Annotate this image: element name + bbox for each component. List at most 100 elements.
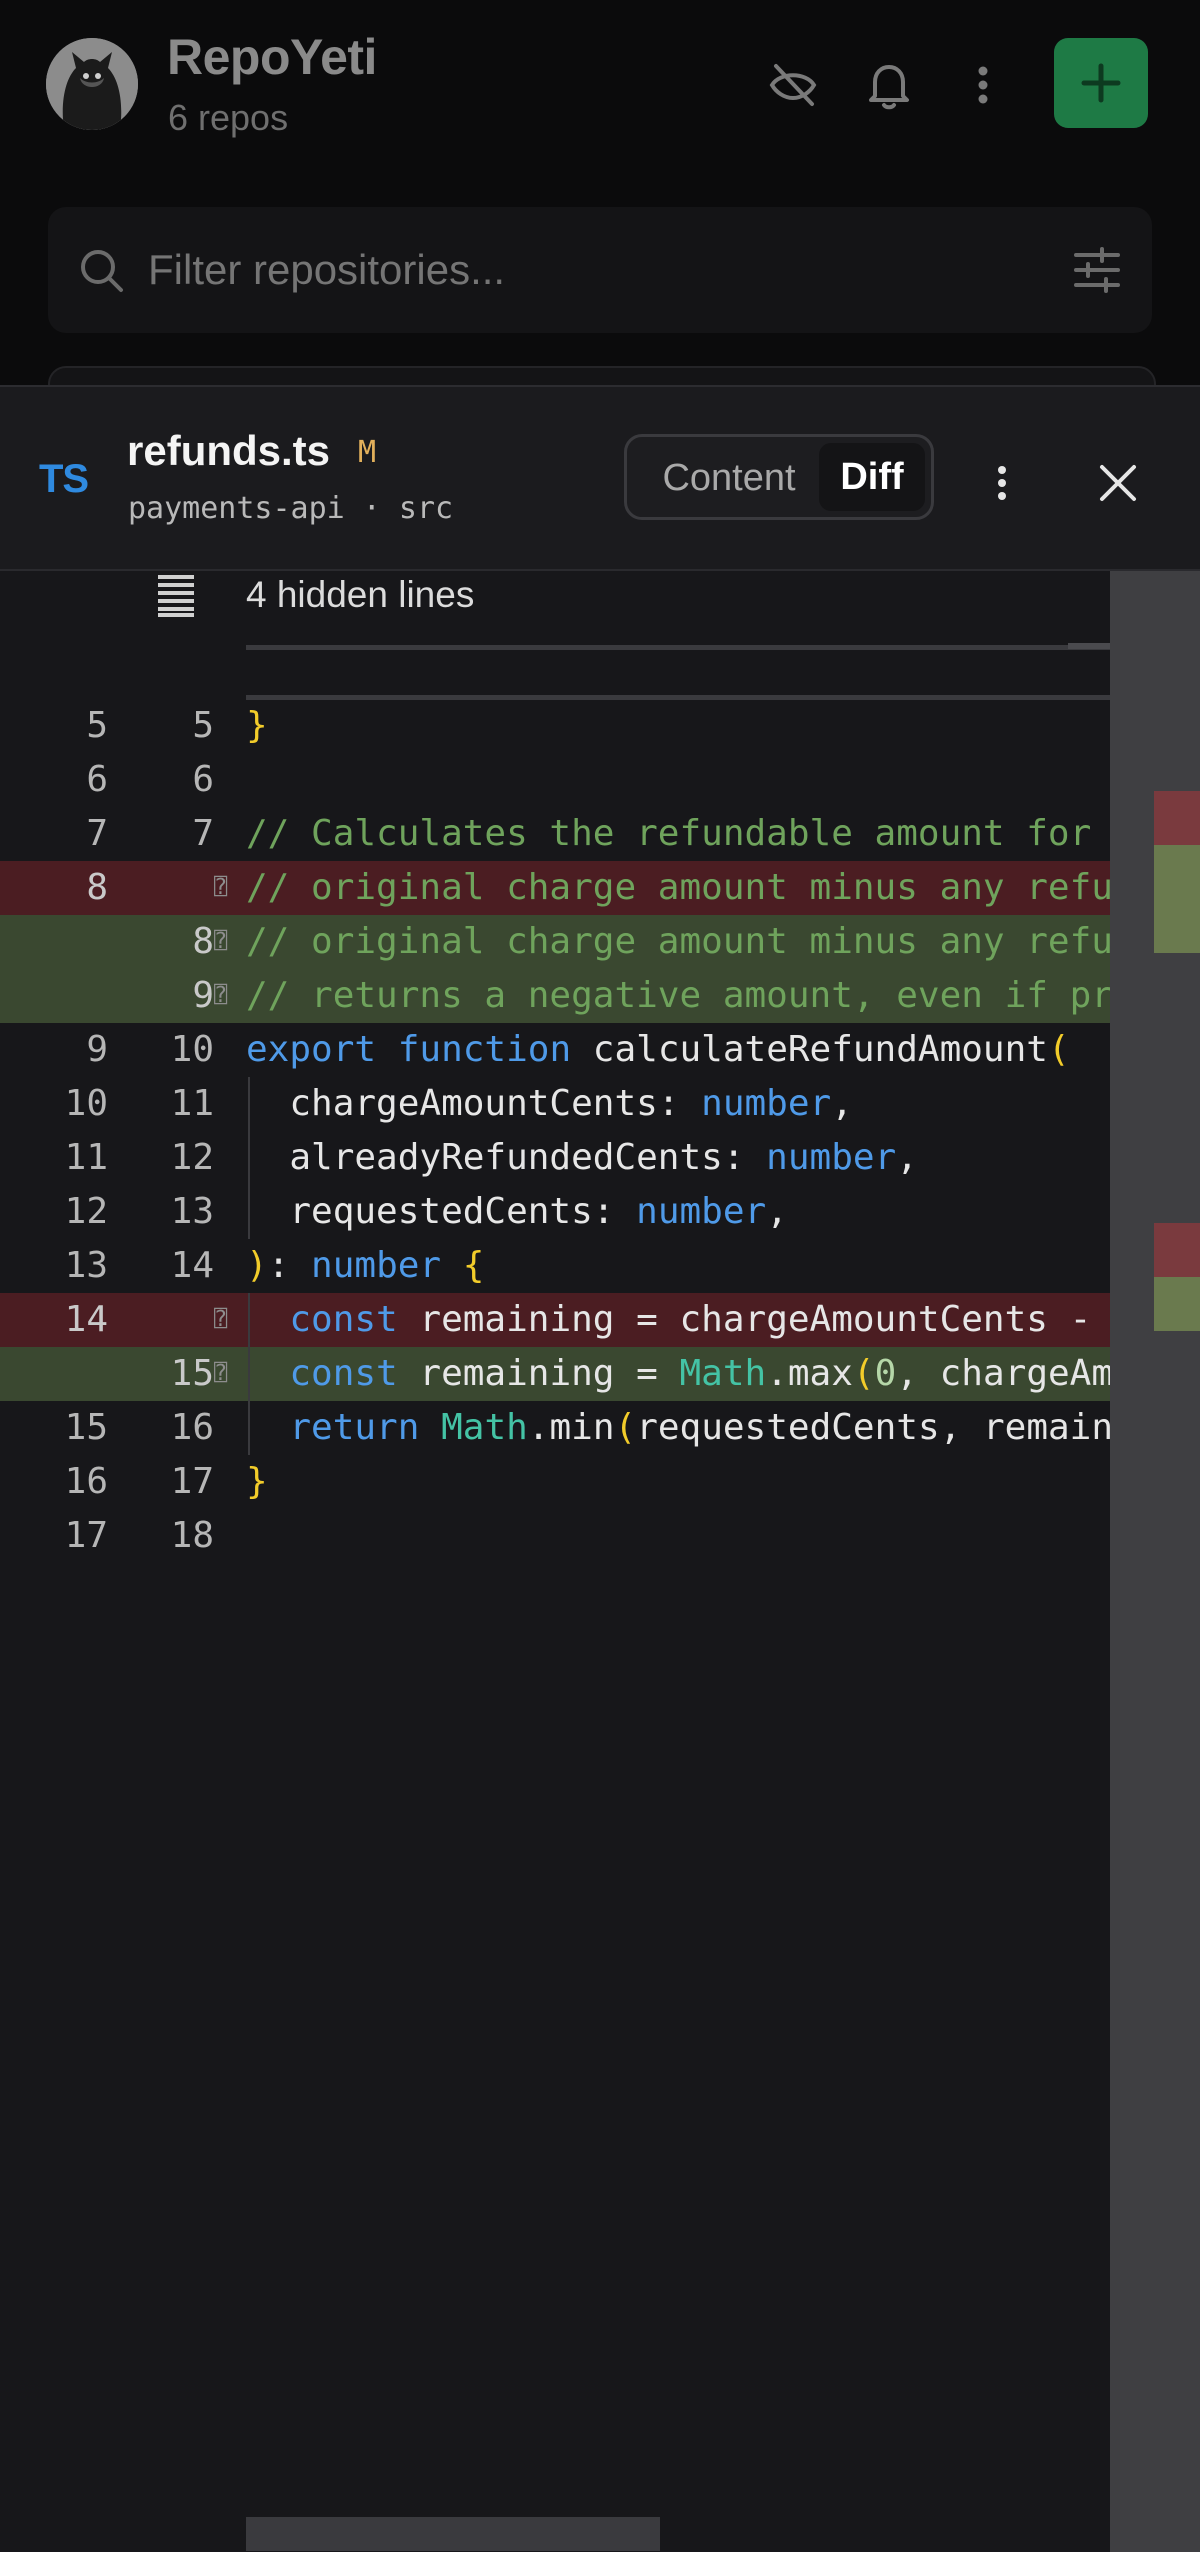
plus-icon bbox=[1081, 63, 1121, 103]
new-line-number: 18 bbox=[170, 1515, 214, 1556]
code-text: alreadyRefundedCents: number, bbox=[246, 1137, 918, 1178]
diff-line-context[interactable]: 11 12 alreadyRefundedCents: number, bbox=[0, 1131, 1110, 1185]
old-line-number: 7 bbox=[86, 813, 108, 854]
app-header: RepoYeti 6 repos bbox=[0, 0, 1200, 385]
search-icon bbox=[81, 250, 123, 292]
diff-line-context[interactable]: 12 13 requestedCents: number, bbox=[0, 1185, 1110, 1239]
code-text: } bbox=[246, 1461, 268, 1502]
diff-line-context[interactable]: 10 11 chargeAmountCents: number, bbox=[0, 1077, 1110, 1131]
bell-icon[interactable] bbox=[862, 58, 916, 112]
indent-guide bbox=[248, 1077, 250, 1131]
change-marker-icon: ⍰ bbox=[214, 875, 228, 900]
change-marker-icon: ⍰ bbox=[214, 1361, 228, 1386]
hidden-lines-label: 4 hidden lines bbox=[246, 574, 475, 615]
search-input[interactable] bbox=[148, 246, 1028, 294]
diff-line-deleted[interactable]: 8 ⍰ // original charge amount minus any re… bbox=[0, 861, 1110, 915]
minimap-added-mark bbox=[1154, 1277, 1200, 1331]
minimap-added-mark bbox=[1154, 845, 1200, 953]
code-text: const remaining = chargeAmountCents - a bbox=[289, 1299, 1110, 1340]
diff-line-context[interactable]: 66 bbox=[0, 753, 1110, 807]
old-line-number: 13 bbox=[64, 1245, 108, 1286]
indent-guide bbox=[248, 1131, 250, 1185]
new-line-number: 6 bbox=[192, 759, 214, 800]
file-name: refunds.ts bbox=[127, 427, 331, 474]
expand-lines-icon bbox=[158, 575, 194, 617]
add-repo-button[interactable] bbox=[1054, 38, 1148, 128]
diff-line-context[interactable]: 16 17} bbox=[0, 1455, 1110, 1509]
tab-diff[interactable]: Diff bbox=[819, 443, 925, 511]
more-vertical-icon bbox=[998, 466, 1006, 500]
file-sheet: TS refunds.ts M payments-api · src Conte… bbox=[0, 385, 1200, 2552]
file-more-button[interactable] bbox=[978, 455, 1026, 511]
old-line-number: 15 bbox=[64, 1407, 108, 1448]
close-icon bbox=[1100, 465, 1136, 501]
diff-line-context[interactable]: 13 14 ): number { bbox=[0, 1239, 1110, 1293]
close-button[interactable] bbox=[1090, 455, 1146, 511]
new-line-number: 14 bbox=[170, 1245, 214, 1286]
minimap-deleted-mark bbox=[1154, 1223, 1200, 1277]
minimap-thumb[interactable] bbox=[1068, 643, 1110, 649]
file-header: TS refunds.ts M payments-api · src Conte… bbox=[0, 387, 1200, 571]
yeti-logo-icon bbox=[46, 38, 138, 130]
old-line-number: 16 bbox=[64, 1461, 108, 1502]
new-line-number: 11 bbox=[170, 1083, 214, 1124]
code-text: // original charge amount minus any refu… bbox=[246, 921, 1110, 962]
change-marker-icon: ⍰ bbox=[214, 983, 228, 1008]
filter-sliders-icon[interactable] bbox=[1072, 247, 1122, 293]
new-line-number: 9 bbox=[192, 975, 214, 1016]
change-marker-icon: ⍰ bbox=[214, 1307, 228, 1332]
diff-line-context[interactable]: 5 5} bbox=[0, 699, 1110, 753]
code-text: // returns a negative amount, even if pr… bbox=[246, 975, 1110, 1016]
code-text: chargeAmountCents: number, bbox=[246, 1083, 853, 1124]
indent-guide bbox=[248, 1401, 250, 1455]
hunk-divider bbox=[246, 645, 1110, 650]
diff-line-context[interactable]: 15 16 return Math.min(requestedCents, rem… bbox=[0, 1401, 1110, 1455]
new-line-number: 5 bbox=[192, 705, 214, 746]
view-toggle: Content Diff bbox=[624, 434, 934, 520]
app-title: RepoYeti bbox=[167, 29, 377, 85]
code-text: // Calculates the refundable amount for … bbox=[246, 813, 1110, 854]
tab-content[interactable]: Content bbox=[639, 447, 819, 509]
diff-line-added[interactable]: 9 ⍰ // returns a negative amount, even if … bbox=[0, 969, 1110, 1023]
more-vertical-icon[interactable] bbox=[956, 58, 1010, 112]
old-line-number: 10 bbox=[64, 1083, 108, 1124]
diff-line-context[interactable]: 9 10 export function calculateRefundAmount… bbox=[0, 1023, 1110, 1077]
indent-guide bbox=[248, 1185, 250, 1239]
typescript-icon: TS bbox=[39, 457, 89, 501]
horizontal-scrollbar[interactable] bbox=[246, 2517, 660, 2551]
eye-off-icon[interactable] bbox=[766, 58, 820, 112]
avatar[interactable] bbox=[46, 38, 138, 130]
new-line-number: 10 bbox=[170, 1029, 214, 1070]
new-line-number: 13 bbox=[170, 1191, 214, 1232]
old-line-number: 17 bbox=[64, 1515, 108, 1556]
new-line-number: 7 bbox=[192, 813, 214, 854]
old-line-number: 14 bbox=[64, 1299, 108, 1340]
code-text: requestedCents: number, bbox=[246, 1191, 788, 1232]
old-line-number: 11 bbox=[64, 1137, 108, 1178]
new-line-number: 17 bbox=[170, 1461, 214, 1502]
file-path: payments-api · src bbox=[128, 491, 454, 526]
code-text: const remaining = Math.max(0, chargeAmo bbox=[289, 1353, 1110, 1394]
code-text: } bbox=[246, 705, 268, 746]
new-line-number: 8 bbox=[192, 921, 214, 962]
indent-guide bbox=[248, 1293, 250, 1347]
diff-line-added[interactable]: 8 ⍰ // original charge amount minus any re… bbox=[0, 915, 1110, 969]
code-text: // original charge amount minus any refu… bbox=[246, 867, 1110, 908]
old-line-number: 8 bbox=[86, 867, 108, 908]
change-marker-icon: ⍰ bbox=[214, 929, 228, 954]
minimap-deleted-mark bbox=[1154, 791, 1200, 845]
old-line-number: 5 bbox=[86, 705, 108, 746]
modified-badge: M bbox=[358, 435, 377, 470]
diff-line-deleted[interactable]: 14 ⍰ const remaining = chargeAmountCents … bbox=[0, 1293, 1110, 1347]
code-text: return Math.min(requestedCents, remaini bbox=[289, 1407, 1110, 1448]
indent-guide bbox=[248, 1347, 250, 1401]
code-text: export function calculateRefundAmount( bbox=[246, 1029, 1070, 1070]
diff-line-context[interactable]: 7 7 // Calculates the refundable amount fo… bbox=[0, 807, 1110, 861]
new-line-number: 16 bbox=[170, 1407, 214, 1448]
code-text: ): number { bbox=[246, 1245, 485, 1286]
diff-line-added[interactable]: 15 ⍰ const remaining = Math.max(0, charge… bbox=[0, 1347, 1110, 1401]
diff-line-context[interactable]: 17 18 bbox=[0, 1509, 1110, 1563]
diff-viewer[interactable]: 4 hidden lines 5 5} 6 6 7 7 // Calculates the … bbox=[0, 571, 1200, 2552]
old-line-number: 12 bbox=[64, 1191, 108, 1232]
old-line-number: 9 bbox=[86, 1029, 108, 1070]
